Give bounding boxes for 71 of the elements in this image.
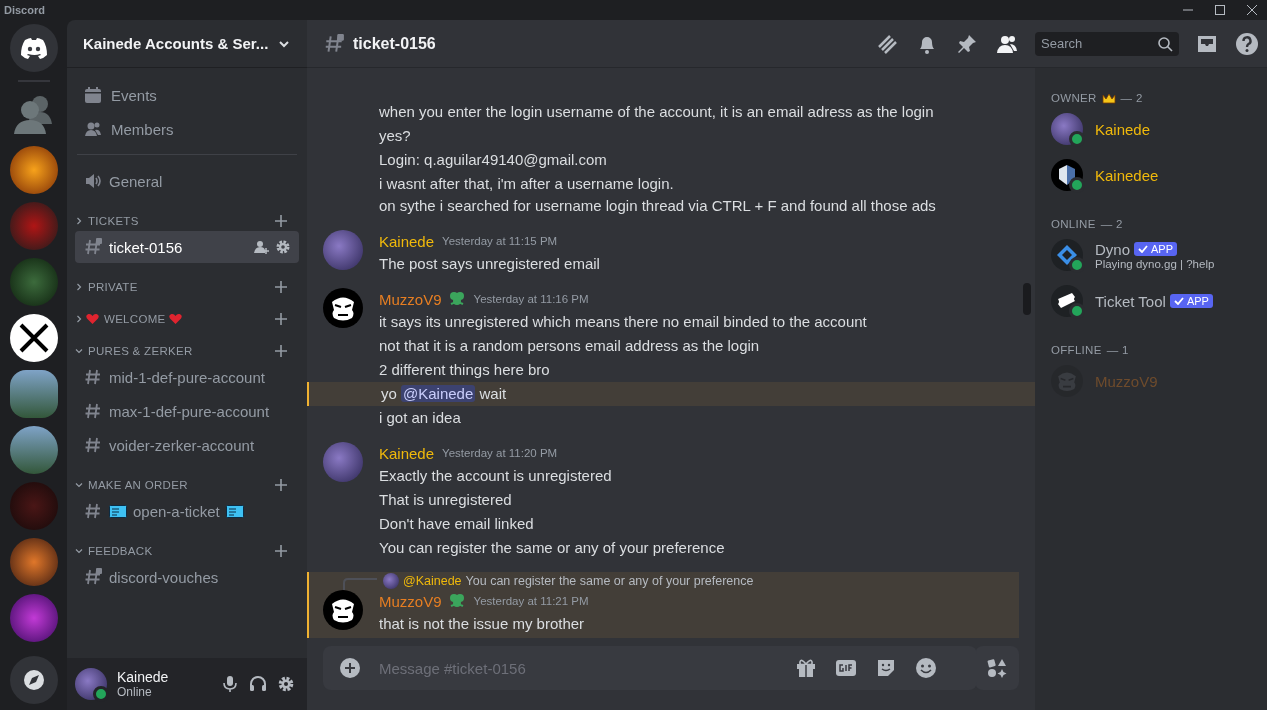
reply-preview[interactable]: You can register the same or any of your preference [465,574,754,588]
message-text: Don't have email linked [379,515,534,532]
category-header[interactable]: MAKE AN ORDER [75,463,299,495]
category-name: PURES & ZERKER [88,345,193,357]
user-mention[interactable]: @Kainede [401,385,476,402]
channel-item[interactable]: mid-1-def-pure-account [75,361,299,393]
member-item[interactable]: Ticket Tool APP [1051,280,1259,326]
section-title: OFFLINE [1051,344,1102,356]
message-text: when you enter the login username of the account, it is an email adress as the login [379,103,934,120]
reply-mention[interactable]: @Kainede [403,574,462,588]
search-field[interactable]: Search [1035,31,1179,56]
message-text: that is not the issue my brother [379,615,585,632]
category-name: TICKETS [88,215,139,227]
message-text: 2 different things here bro [379,361,550,378]
category-name: FEEDBACK [88,545,153,557]
member-item[interactable]: Dyno APP Playing dyno.gg | ?help [1051,234,1259,280]
message-text: You can register the same or any of your preference [379,539,725,556]
member-name: Kainede [1095,120,1151,138]
timestamp: Yesterday at 11:15 PM [442,235,558,247]
channel-item[interactable]: ticket-0156 [75,231,299,263]
member-name: Kainedee [1095,166,1159,184]
section-count: — 2 [1120,92,1143,104]
message-text: not that it is a random persons email address as the login [379,337,760,354]
category-header[interactable]: PRIVATE [75,265,299,297]
category-header[interactable]: PURES & ZERKER [75,329,299,361]
timestamp: Yesterday at 11:16 PM [473,293,589,305]
category-header[interactable]: WELCOME [75,297,299,329]
channel-item[interactable]: open-a-ticket [75,495,299,527]
message-text: Exactly the account is unregistered [379,467,612,484]
window-title: Discord [4,4,45,16]
section-title: OWNER [1051,92,1097,104]
channel-item[interactable]: General [75,165,299,197]
section-title: ONLINE [1051,218,1096,230]
category-name: WELCOME [104,313,166,325]
app-tag: APP [1169,294,1213,308]
message-text: i got an idea [379,409,461,426]
channel-title: ticket-0156 [353,34,436,53]
channel-item[interactable]: max-1-def-pure-account [75,395,299,427]
message-text: it says its unregistered which means there no email binded to the account [379,313,867,330]
username: Kainede [117,669,170,685]
timestamp: Yesterday at 11:21 PM [473,595,589,607]
author-name[interactable]: Kainede [379,444,435,462]
member-name: MuzzoV9 [1095,372,1158,390]
nav-item[interactable]: Events [75,78,299,112]
member-activity: Playing dyno.gg | ?help [1095,257,1215,270]
message-text: i wasnt after that, i'm after a username login. on sythe i searched for username login thread via CTRL + F and found all those ads [379,175,936,214]
author-name[interactable]: MuzzoV9 [379,592,442,610]
section-count: — 2 [1100,218,1123,230]
category-header[interactable]: TICKETS [75,199,299,231]
timestamp: Yesterday at 11:20 PM [442,447,558,459]
channel-item[interactable]: voider-zerker-account [75,429,299,461]
nav-item[interactable]: Members [75,112,299,146]
member-item[interactable]: Kainedee [1051,154,1259,200]
category-header[interactable]: FEEDBACK [75,529,299,561]
message-text: yo @Kainede wait [381,385,507,402]
message-text: That is unregistered [379,491,512,508]
author-name[interactable]: Kainede [379,232,435,250]
message-text: yes? [379,127,411,144]
member-name: Dyno [1095,240,1131,258]
message-text: The post says unregistered email [379,255,600,272]
member-name: Ticket Tool [1095,292,1166,310]
category-name: MAKE AN ORDER [88,479,188,491]
channel-item[interactable]: discord-vouches [75,561,299,593]
author-name[interactable]: MuzzoV9 [379,290,442,308]
section-count: — 1 [1106,344,1129,356]
user-status: Online [117,685,153,699]
member-item[interactable]: Kainede [1051,108,1259,154]
category-name: PRIVATE [88,281,138,293]
app-tag: APP [1134,242,1178,256]
message-text: Login: q.aguilar49140@gmail.com [379,151,607,168]
message-input[interactable]: Message #ticket-0156 [323,646,977,690]
